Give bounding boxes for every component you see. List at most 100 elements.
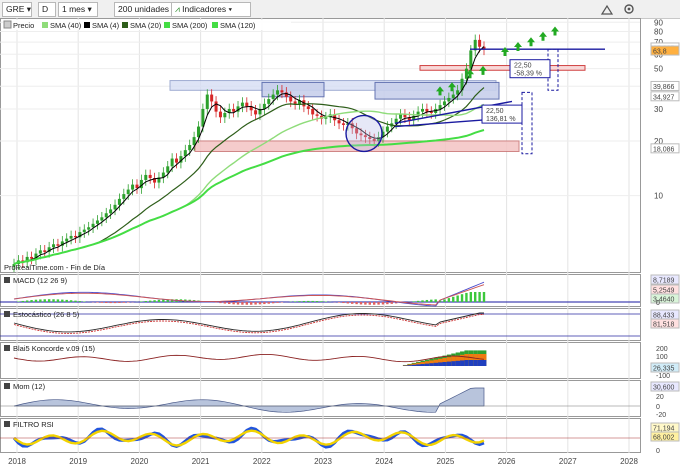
panel-tick-label: -100 [656, 373, 670, 380]
candle [306, 106, 310, 109]
panel-axis-label: 8,7189 [653, 278, 675, 285]
macd-histogram-bar [232, 302, 235, 305]
koncorde-blue-bar [416, 364, 421, 366]
macd-histogram-bar [474, 292, 477, 302]
macd-histogram-bar [245, 302, 249, 305]
macd-histogram-bar [364, 302, 367, 305]
candle [478, 39, 482, 47]
panel-tick-label: -20 [656, 412, 666, 419]
candle [100, 217, 104, 221]
panel-axis-label: 71,194 [653, 426, 675, 433]
legend-swatch-sma200 [164, 22, 170, 28]
chart-area[interactable]: 22,50-58,39 %22,50136,81 % 2018 2019 2020 2… [0, 18, 680, 466]
candle [223, 113, 227, 118]
units-selector[interactable]: 200 unidades ▾ [114, 2, 176, 17]
macd-histogram-bar [276, 302, 279, 303]
koncorde-blue-bar [473, 360, 478, 366]
legend-toggle-icon [3, 20, 12, 29]
macd-histogram-bar [30, 300, 33, 302]
macd-histogram-bar [223, 302, 227, 304]
x-tick-label: 2018 [8, 457, 26, 466]
candle [30, 256, 34, 259]
indicators-button[interactable]: ⩘ Indicadores ▾ [171, 2, 251, 17]
panel-tick-label: 0 [656, 300, 660, 307]
settings-icon[interactable] [622, 2, 636, 16]
legend-price: Precio [13, 21, 34, 30]
macd-histogram-bar [74, 300, 77, 302]
macd-histogram-bar [430, 299, 433, 302]
macd-title: MACD (12 26 9) [4, 276, 68, 285]
macd-histogram-bar [434, 299, 437, 302]
resistance-zone [261, 81, 325, 98]
macd-histogram-bar [153, 300, 156, 302]
source-label: ProRealTime.com - Fin de Día [4, 263, 106, 272]
macd-histogram-bar [34, 299, 38, 302]
x-tick-label: 2025 [437, 457, 455, 466]
panel-axis-label: 5,2549 [653, 288, 675, 295]
macd-histogram-bar [263, 302, 266, 305]
highlight-circle [345, 114, 383, 153]
rsi-panel [0, 418, 641, 453]
candle [117, 198, 121, 205]
koncorde-blue-bar [407, 365, 412, 366]
koncorde-blue-bar [411, 364, 417, 366]
price-axis-label: 39,866 [653, 84, 675, 91]
macd-histogram-bar [144, 301, 147, 302]
candle [447, 97, 451, 102]
macd-histogram-bar [355, 302, 358, 305]
macd-histogram-bar [320, 301, 323, 302]
macd-histogram-bar [96, 302, 99, 303]
macd-histogram-bar [482, 292, 486, 302]
macd-histogram-bar [381, 302, 385, 305]
macd-histogram-bar [390, 302, 393, 304]
y-tick-label: 50 [654, 65, 663, 74]
macd-histogram-bar [377, 302, 380, 305]
candle [56, 244, 60, 246]
koncorde-blue-bar [442, 362, 447, 366]
legend-sma20: SMA (20) [130, 21, 162, 30]
macd-histogram-bar [271, 302, 275, 304]
panel-axis-label: 88,433 [653, 313, 675, 320]
x-tick-label: 2023 [314, 457, 332, 466]
d-button[interactable]: D [38, 2, 56, 17]
koncorde-blue-bar [482, 360, 487, 366]
panel-tick-label: 100 [656, 354, 668, 361]
x-tick-label: 2021 [192, 457, 210, 466]
macd-histogram-bar [267, 302, 270, 304]
timeframe-label: 1 mes [62, 4, 86, 14]
candle [170, 158, 174, 167]
candle [148, 174, 152, 179]
x-tick-label: 2020 [131, 457, 149, 466]
symbol-selector[interactable]: GRE ▾ [2, 2, 32, 17]
panel-axis-label: 30,600 [653, 385, 675, 392]
candle [175, 158, 179, 163]
svg-text:MACD (12 26 9): MACD (12 26 9) [13, 276, 68, 285]
svg-text:Estocástico (26 8 5): Estocástico (26 8 5) [13, 310, 80, 319]
legend-sma200: SMA (200) [172, 21, 208, 30]
macd-histogram-bar [140, 301, 143, 302]
candle [289, 96, 293, 102]
macd-histogram-bar [324, 301, 328, 302]
timeframe-selector[interactable]: 1 mes ▾ [58, 2, 98, 17]
candle [240, 102, 244, 107]
macd-histogram-bar [52, 299, 55, 302]
drawing-tool-icon[interactable] [600, 2, 614, 16]
macd-histogram-bar [105, 302, 108, 304]
candle [144, 174, 148, 180]
macd-histogram-bar [109, 302, 112, 304]
candle [438, 105, 442, 109]
candle [232, 108, 236, 112]
candle [126, 189, 130, 195]
macd-histogram-bar [359, 302, 363, 305]
macd-histogram-bar [416, 300, 420, 302]
macd-histogram-bar [456, 295, 459, 302]
candle [337, 120, 341, 124]
candle [421, 108, 425, 112]
macd-histogram-bar [228, 302, 231, 304]
legend-swatch-sma20 [122, 22, 128, 28]
koncorde-blue-bar [455, 360, 461, 366]
macd-histogram-bar [100, 302, 104, 303]
candle [82, 229, 86, 233]
chevron-down-icon: ▾ [87, 4, 92, 14]
candle [267, 99, 271, 104]
